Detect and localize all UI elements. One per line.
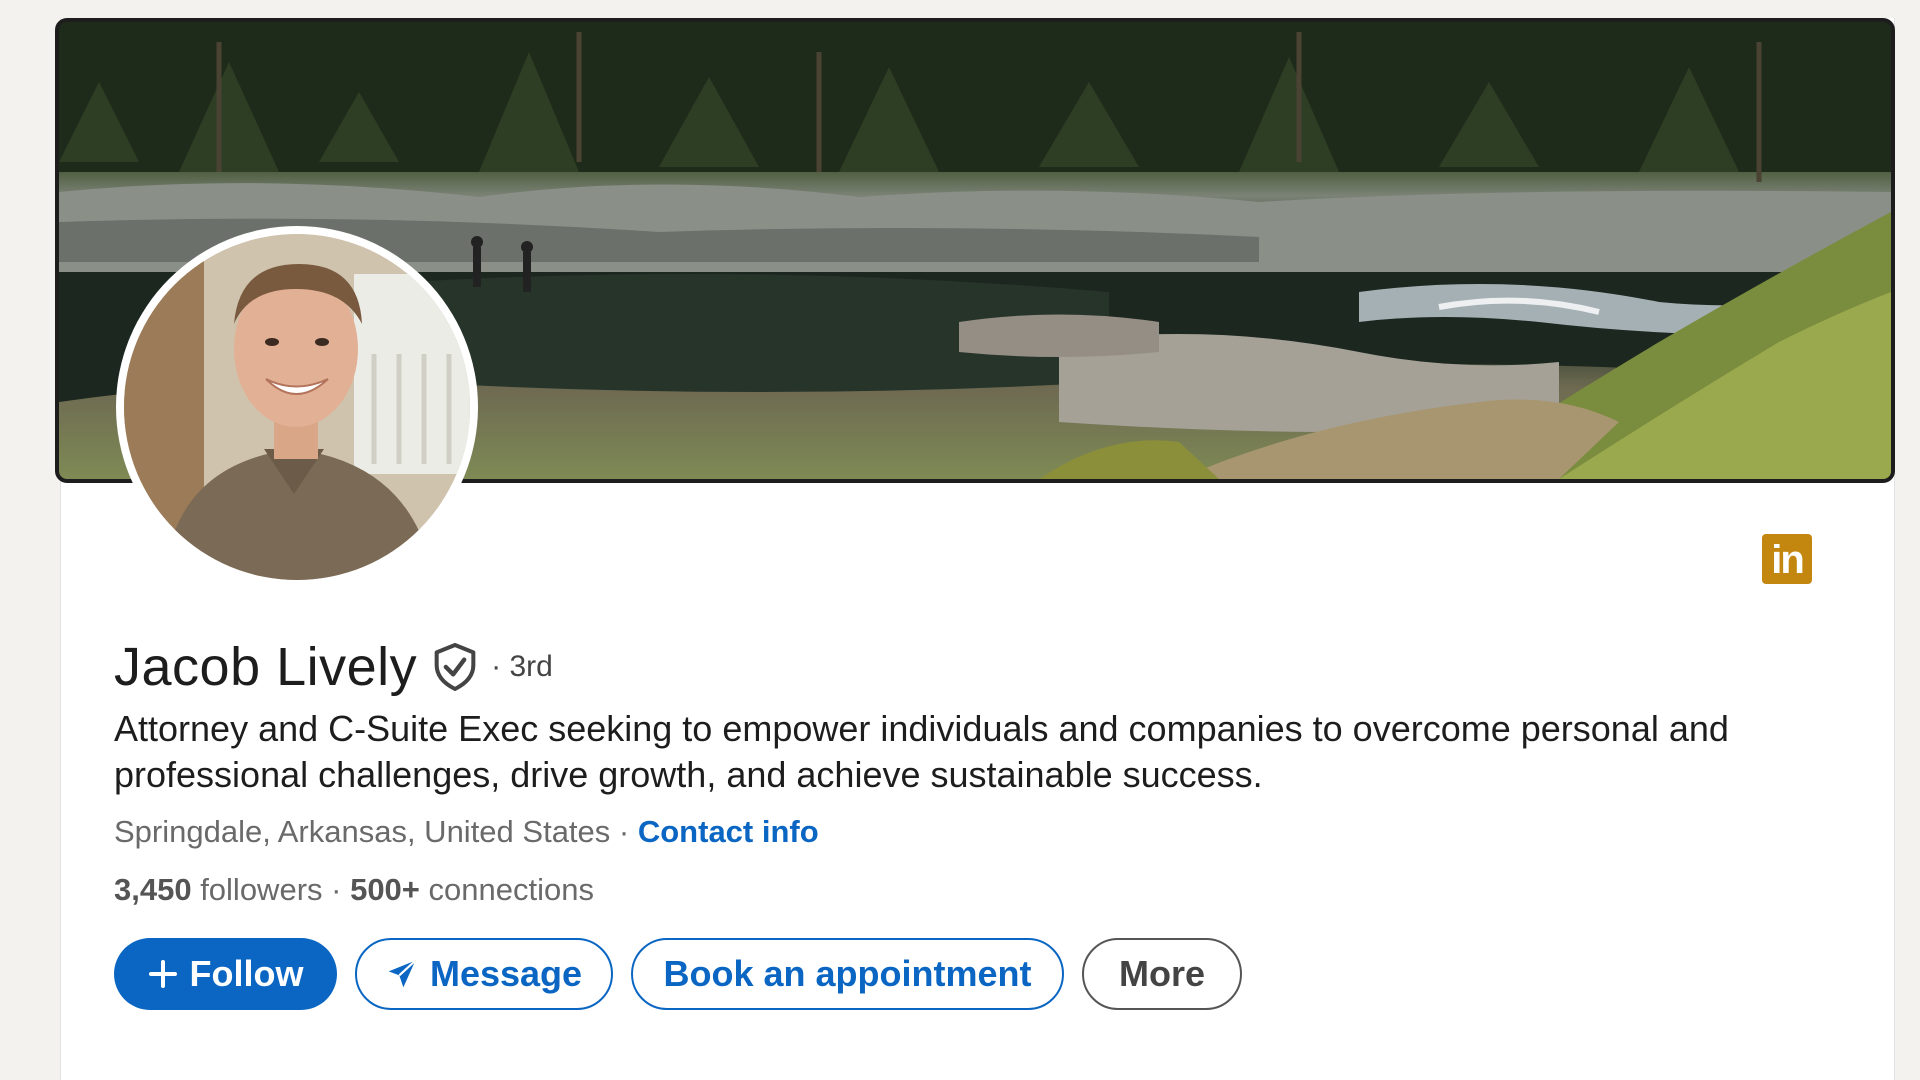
- profile-headline: Attorney and C-Suite Exec seeking to emp…: [114, 708, 1729, 795]
- profile-avatar[interactable]: [116, 226, 478, 588]
- linkedin-logo-icon[interactable]: in: [1762, 534, 1812, 584]
- profile-page: in Jacob Lively · 3rd Attorney and C-Sui…: [0, 0, 1920, 1080]
- shield-check-icon[interactable]: [433, 643, 477, 691]
- book-appointment-button[interactable]: Book an appointment: [631, 938, 1064, 1010]
- profile-photo: [124, 234, 470, 580]
- profile-name: Jacob Lively: [114, 637, 418, 697]
- profile-name-row: Jacob Lively · 3rd: [114, 636, 553, 698]
- book-appointment-label: Book an appointment: [663, 953, 1032, 994]
- location-row: Springdale, Arkansas, United States · Co…: [114, 814, 819, 850]
- contact-info-link[interactable]: Contact info: [638, 814, 819, 849]
- person-portrait-illustration: [124, 234, 470, 580]
- follow-label: Follow: [189, 953, 304, 994]
- connections-count[interactable]: 500+: [350, 872, 420, 907]
- more-button[interactable]: More: [1082, 938, 1242, 1010]
- profile-stats: 3,450 followers · 500+ connections: [114, 872, 594, 908]
- location-separator: ·: [610, 814, 638, 849]
- profile-location: Springdale, Arkansas, United States: [114, 814, 611, 849]
- message-button[interactable]: Message: [355, 938, 613, 1010]
- follow-button[interactable]: Follow: [114, 938, 337, 1010]
- profile-actions: Follow Message Book an appointment More: [114, 938, 1242, 1010]
- paper-plane-icon: [386, 958, 418, 990]
- followers-label: followers: [191, 872, 323, 907]
- connections-label[interactable]: connections: [420, 872, 594, 907]
- stats-separator: ·: [322, 872, 351, 907]
- connection-degree: · 3rd: [491, 650, 553, 683]
- plus-icon: [148, 959, 178, 989]
- followers-count: 3,450: [114, 872, 192, 907]
- more-label: More: [1118, 953, 1205, 994]
- message-label: Message: [429, 953, 583, 994]
